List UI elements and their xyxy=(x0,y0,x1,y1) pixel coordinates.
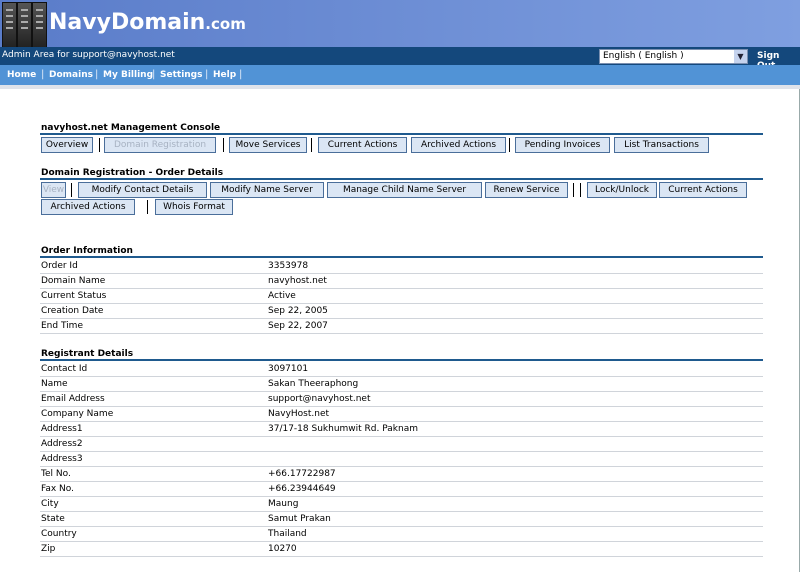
order-information-title: Order Information xyxy=(41,246,133,256)
separator xyxy=(147,200,148,214)
menu-separator: | xyxy=(95,69,99,80)
menu-separator: | xyxy=(41,69,45,80)
section-rule xyxy=(40,178,763,180)
view-button[interactable]: View xyxy=(41,182,66,198)
table-row: Address3 xyxy=(40,451,763,467)
admin-bar: Admin Area for support@navyhost.net Engl… xyxy=(0,47,800,71)
separator xyxy=(311,138,312,152)
table-row: Company Name NavyHost.net xyxy=(40,406,763,422)
table-row: End Time Sep 22, 2007 xyxy=(40,318,763,334)
menu-separator: | xyxy=(239,69,243,80)
renew-service-button[interactable]: Renew Service xyxy=(485,182,568,198)
separator xyxy=(509,138,510,152)
separator xyxy=(580,183,581,197)
table-row: State Samut Prakan xyxy=(40,511,763,527)
language-select[interactable]: English ( English ) ▼ xyxy=(599,49,748,64)
modify-name-server-button[interactable]: Modify Name Server xyxy=(210,182,324,198)
divider xyxy=(0,85,800,89)
menu-my-billing[interactable]: My Billing xyxy=(103,70,153,80)
table-row: Fax No. +66.23944649 xyxy=(40,481,763,497)
menu-home[interactable]: Home xyxy=(7,70,36,80)
current-actions-button[interactable]: Current Actions xyxy=(318,137,407,153)
table-row: Tel No. +66.17722987 xyxy=(40,466,763,482)
main-menu: Home | Domains | My Billing | Settings |… xyxy=(0,65,800,85)
menu-settings[interactable]: Settings xyxy=(160,70,202,80)
current-actions-button[interactable]: Current Actions xyxy=(659,182,747,198)
archived-actions-button[interactable]: Archived Actions xyxy=(411,137,506,153)
table-row: Domain Name navyhost.net xyxy=(40,273,763,289)
table-row: Country Thailand xyxy=(40,526,763,542)
brand-logo[interactable]: NavyDomain.com xyxy=(49,10,246,35)
separator xyxy=(223,138,224,152)
menu-separator: | xyxy=(152,69,156,80)
admin-area-label: Admin Area for support@navyhost.net xyxy=(2,50,175,60)
whois-format-button[interactable]: Whois Format xyxy=(155,199,233,215)
domain-registration-button[interactable]: Domain Registration xyxy=(104,137,216,153)
table-row: Current Status Active xyxy=(40,288,763,304)
table-row: Name Sakan Theeraphong xyxy=(40,376,763,392)
overview-button[interactable]: Overview xyxy=(41,137,93,153)
manage-child-name-server-button[interactable]: Manage Child Name Server xyxy=(327,182,482,198)
table-row: Zip 10270 xyxy=(40,541,763,557)
list-transactions-button[interactable]: List Transactions xyxy=(614,137,709,153)
table-row: Creation Date Sep 22, 2005 xyxy=(40,303,763,319)
section-rule xyxy=(40,133,763,135)
server-logo-icon xyxy=(2,2,47,48)
archived-actions-button[interactable]: Archived Actions xyxy=(41,199,135,215)
separator xyxy=(71,183,72,197)
table-row: Contact Id 3097101 xyxy=(40,361,763,377)
pending-invoices-button[interactable]: Pending Invoices xyxy=(515,137,610,153)
header-banner: NavyDomain.com xyxy=(0,0,800,48)
table-row: Address1 37/17-18 Sukhumwit Rd. Paknam xyxy=(40,421,763,437)
separator xyxy=(99,138,100,152)
menu-domains[interactable]: Domains xyxy=(49,70,93,80)
order-details-title: Domain Registration - Order Details xyxy=(41,168,224,178)
menu-separator: | xyxy=(205,69,209,80)
table-row: Order Id 3353978 xyxy=(40,258,763,274)
table-row: Address2 xyxy=(40,436,763,452)
registrant-details-title: Registrant Details xyxy=(41,349,134,359)
separator xyxy=(573,183,574,197)
lock-unlock-button[interactable]: Lock/Unlock xyxy=(587,182,657,198)
chevron-down-icon[interactable]: ▼ xyxy=(734,50,747,63)
modify-contact-details-button[interactable]: Modify Contact Details xyxy=(78,182,207,198)
move-services-button[interactable]: Move Services xyxy=(229,137,307,153)
menu-help[interactable]: Help xyxy=(213,70,236,80)
table-row: Email Address support@navyhost.net xyxy=(40,391,763,407)
table-row: City Maung xyxy=(40,496,763,512)
console-title: navyhost.net Management Console xyxy=(41,123,221,133)
